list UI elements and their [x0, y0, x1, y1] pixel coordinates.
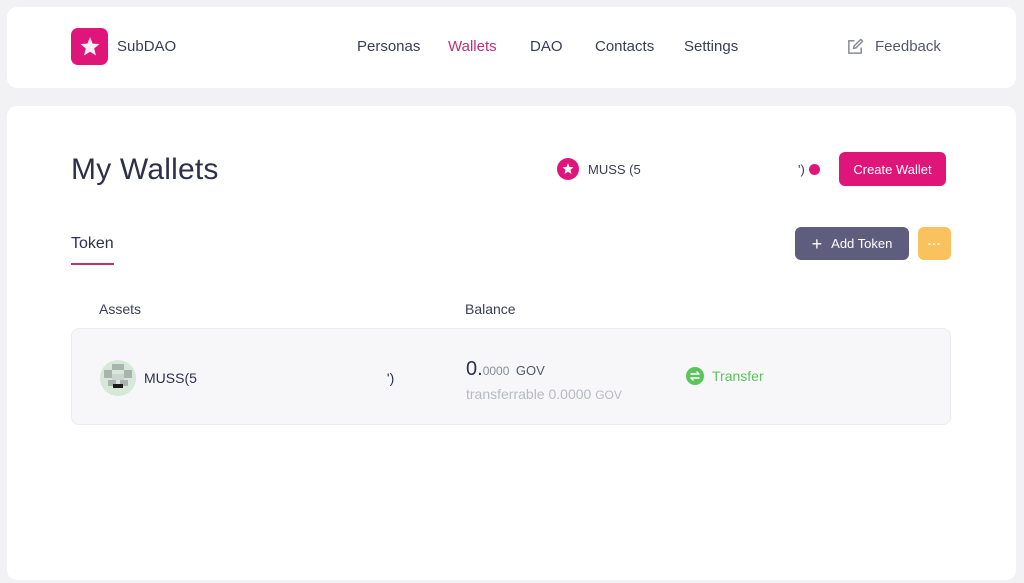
tab-active-indicator — [71, 263, 114, 265]
top-navigation-bar: SubDAO Personas Wallets DAO Contacts Set… — [7, 7, 1016, 88]
star-icon — [562, 163, 574, 174]
page-title: My Wallets — [71, 153, 219, 186]
nav-item-wallets[interactable]: Wallets — [448, 38, 497, 55]
token-avatar — [100, 360, 136, 396]
balance-value: 0.0000 GOV — [466, 358, 545, 381]
transfer-label: Transfer — [712, 368, 764, 384]
asset-name-suffix: ') — [386, 370, 395, 386]
transfer-button[interactable]: Transfer — [686, 367, 764, 385]
create-wallet-button[interactable]: Create Wallet — [839, 152, 946, 186]
subdao-logo[interactable] — [71, 28, 108, 65]
column-header-balance: Balance — [465, 301, 516, 317]
balance-unit: GOV — [515, 363, 545, 378]
brand-name: SubDAO — [117, 38, 177, 55]
nav-item-dao[interactable]: DAO — [530, 38, 563, 55]
balance-integer: 0. — [466, 358, 483, 380]
account-name: MUSS (5 — [588, 161, 641, 177]
star-icon — [80, 36, 99, 55]
table-row: MUSS(5 ') 0.0000 GOV transferrable 0.0000… — [71, 328, 951, 425]
transfer-icon — [686, 367, 704, 385]
account-status-dot — [808, 163, 820, 175]
feedback-link[interactable]: Feedback — [846, 37, 941, 56]
account-avatar — [557, 158, 579, 180]
plus-icon: + — [811, 233, 823, 254]
account-name-suffix: ') — [798, 161, 805, 177]
balance-decimal: 0000 — [482, 364, 510, 378]
transferrable-label: transferrable 0.0000 — [466, 386, 592, 402]
more-options-button[interactable]: ··· — [918, 227, 951, 260]
asset-name-prefix: MUSS(5 — [144, 370, 197, 386]
transferrable-balance: transferrable 0.0000 GOV — [466, 386, 622, 402]
nav-item-contacts[interactable]: Contacts — [595, 38, 654, 55]
tab-token[interactable]: Token — [71, 235, 114, 253]
wallets-panel: My Wallets MUSS (5 ') Create Wallet Toke… — [7, 106, 1016, 580]
add-token-button[interactable]: + Add Token — [795, 227, 909, 260]
current-account[interactable]: MUSS (5 ') — [557, 158, 820, 180]
transferrable-unit: GOV — [595, 388, 622, 402]
add-token-label: Add Token — [831, 236, 893, 251]
asset-name: MUSS(5 ') — [144, 370, 394, 386]
nav-item-personas[interactable]: Personas — [357, 38, 420, 55]
nav-item-settings[interactable]: Settings — [684, 38, 738, 55]
column-header-assets: Assets — [99, 301, 142, 317]
feedback-label: Feedback — [875, 38, 941, 55]
identicon-icon — [100, 360, 136, 396]
edit-icon — [848, 38, 864, 54]
